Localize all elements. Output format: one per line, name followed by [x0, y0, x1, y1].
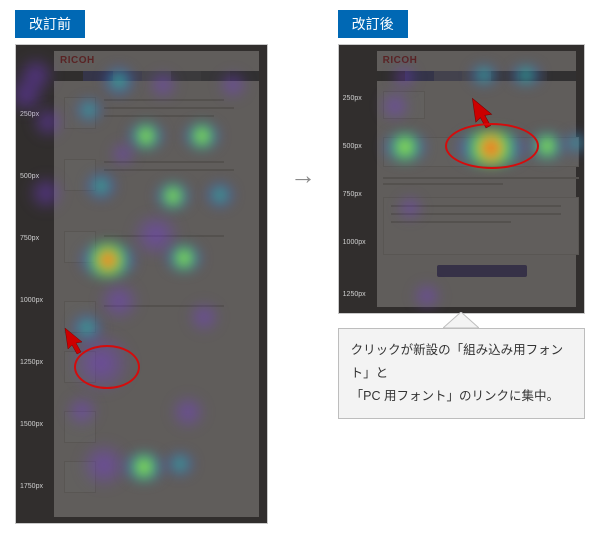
heat-blob	[206, 183, 234, 207]
heat-blob	[186, 301, 222, 333]
heat-blob	[104, 67, 134, 95]
y-label: 750px	[343, 191, 362, 198]
y-label: 1750px	[20, 483, 43, 490]
dim-overlay	[339, 45, 584, 313]
highlight-ring	[74, 345, 140, 389]
callout-pointer-icon	[443, 312, 479, 333]
before-column: 改訂前 RICOH	[15, 10, 268, 524]
heat-blob	[166, 453, 194, 475]
heat-blob	[469, 65, 499, 85]
heat-blob	[395, 195, 425, 221]
callout-box: クリックが新設の「組み込み用フォント」と 「PC 用フォント」のリンクに集中。	[338, 328, 585, 419]
heat-blob	[108, 141, 138, 167]
before-tag: 改訂前	[15, 10, 85, 38]
heat-blob	[86, 173, 116, 199]
callout: クリックが新設の「組み込み用フォント」と 「PC 用フォント」のリンクに集中。	[338, 328, 585, 419]
y-label: 1250px	[20, 359, 43, 366]
y-label: 1250px	[343, 291, 366, 298]
heat-blob	[96, 281, 142, 321]
y-label: 250px	[343, 95, 362, 102]
heat-blob	[383, 133, 427, 161]
arrow-right-icon: →	[290, 160, 316, 191]
heat-blob	[124, 453, 164, 481]
heat-blob	[377, 91, 413, 121]
after-column: 改訂後 RICOH 250px 500px 750px 1000px 1250	[338, 10, 585, 419]
heat-blob	[156, 183, 190, 209]
heat-blob	[166, 245, 202, 271]
transition-arrow: →	[288, 10, 317, 191]
heat-blob	[565, 133, 585, 153]
y-label: 1000px	[343, 239, 366, 246]
heat-blob	[184, 123, 220, 149]
after-heatmap: RICOH 250px 500px 750px 1000px 1250px	[338, 44, 585, 314]
heat-blob	[26, 175, 66, 211]
heat-blob	[168, 395, 208, 429]
y-label: 1500px	[20, 421, 43, 428]
callout-line: 「PC 用フォント」のリンクに集中。	[351, 385, 572, 408]
heat-blob	[64, 395, 100, 427]
after-tag: 改訂後	[338, 10, 408, 38]
heat-blob	[409, 283, 445, 309]
y-label: 500px	[343, 143, 362, 150]
heat-blob	[146, 71, 180, 99]
heat-blob	[216, 71, 250, 99]
y-label: 1000px	[20, 297, 43, 304]
before-heatmap: RICOH 250px 500px	[15, 44, 268, 524]
comparison-figure: 改訂前 RICOH	[0, 0, 600, 544]
highlight-ring	[445, 123, 539, 169]
heat-blob	[76, 99, 102, 121]
heat-blob	[80, 243, 136, 277]
callout-line: クリックが新設の「組み込み用フォント」と	[351, 339, 572, 385]
heat-blob	[30, 105, 66, 139]
y-label: 750px	[20, 235, 39, 242]
heat-blob	[509, 65, 543, 85]
heat-blob	[389, 65, 419, 89]
